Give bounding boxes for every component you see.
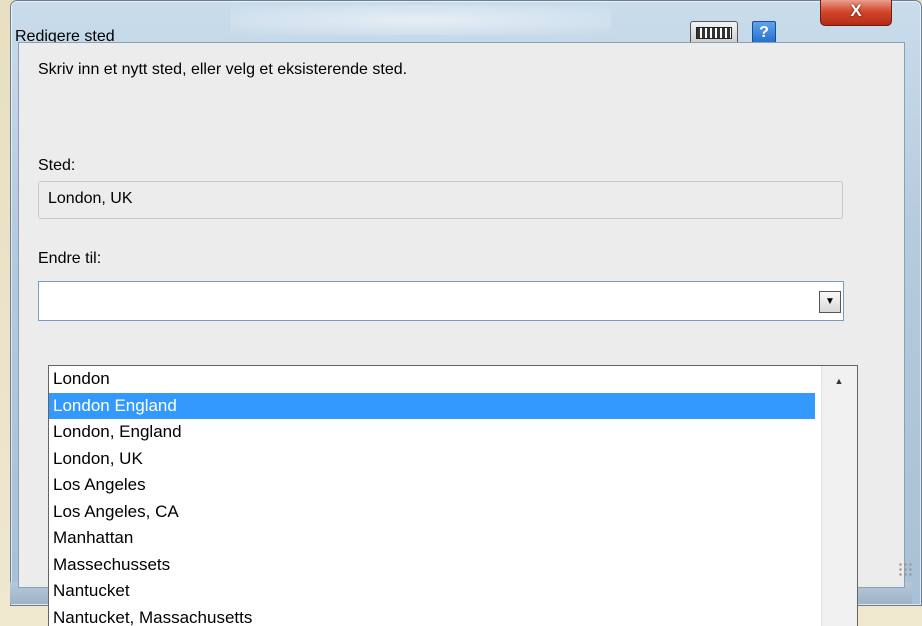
dropdown-item[interactable]: Nantucket, Massachusetts: [49, 605, 857, 626]
dropdown-item[interactable]: London, England: [49, 419, 857, 446]
chevron-down-icon[interactable]: ▼: [819, 291, 841, 313]
dropdown-item[interactable]: Los Angeles: [49, 472, 857, 499]
endre-combobox[interactable]: ▼: [38, 281, 844, 321]
endre-label: Endre til:: [38, 250, 102, 267]
dropdown-item[interactable]: Massechussets: [49, 552, 857, 579]
dropdown-item[interactable]: London: [49, 366, 857, 393]
title-glass: [231, 5, 611, 35]
dropdown-item[interactable]: Los Angeles, CA: [49, 499, 857, 526]
sted-field: London, UK: [38, 181, 843, 219]
title-bar[interactable]: [11, 1, 922, 41]
dropdown-item[interactable]: London, UK: [49, 446, 857, 473]
sted-label: Sted:: [38, 157, 76, 174]
scroll-up-icon[interactable]: ▲: [830, 372, 848, 390]
resize-grip-icon[interactable]: [898, 562, 912, 576]
place-dropdown-list[interactable]: London London England London, England Londo…: [48, 365, 858, 626]
dropdown-scrollbar[interactable]: ▲: [821, 366, 857, 626]
dropdown-item[interactable]: Nantucket: [49, 578, 857, 605]
close-button[interactable]: X: [820, 0, 892, 26]
keyboard-icon: [696, 27, 732, 39]
dropdown-item[interactable]: Manhattan: [49, 525, 857, 552]
dropdown-item[interactable]: London England: [49, 392, 815, 419]
instruction-text: Skriv inn et nytt sted, eller velg et ek…: [38, 61, 408, 78]
